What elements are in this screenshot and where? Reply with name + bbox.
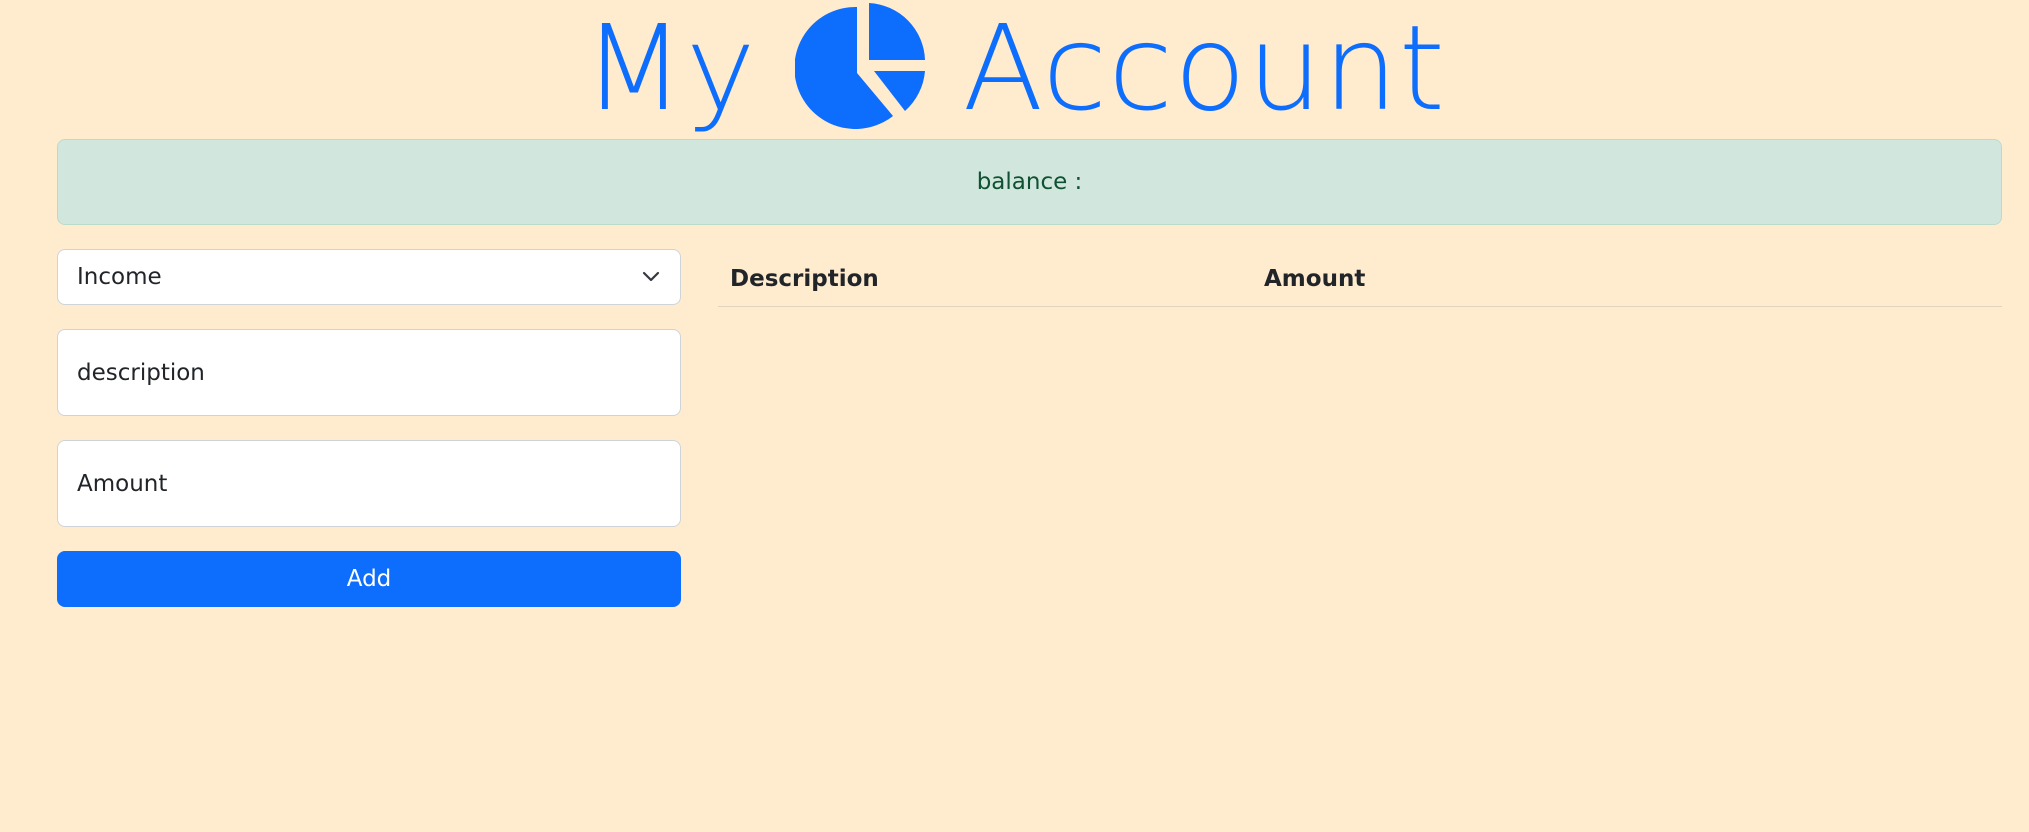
balance-banner: balance : — [57, 139, 2002, 225]
app-header: My Account — [0, 0, 2029, 135]
table-header-row: Description Amount — [718, 254, 2002, 307]
title-my: My — [582, 0, 757, 137]
transactions-table-wrap: Description Amount — [718, 254, 2002, 307]
pie-chart-icon — [793, 2, 925, 133]
transaction-form: Income Add — [57, 249, 681, 607]
chevron-down-icon — [642, 265, 660, 283]
page: My Account balance : Income description … — [0, 0, 2029, 832]
description-input[interactable] — [57, 329, 681, 416]
column-header-description: Description — [718, 254, 1252, 307]
title-account: Account — [962, 0, 1447, 137]
balance-label: balance : — [976, 169, 1083, 195]
type-select[interactable]: Income — [57, 249, 681, 305]
column-header-amount: Amount — [1252, 254, 2002, 307]
add-button[interactable]: Add — [57, 551, 681, 607]
transactions-table: Description Amount — [718, 254, 2002, 307]
type-select-value: Income — [77, 264, 162, 290]
amount-input[interactable] — [57, 440, 681, 527]
